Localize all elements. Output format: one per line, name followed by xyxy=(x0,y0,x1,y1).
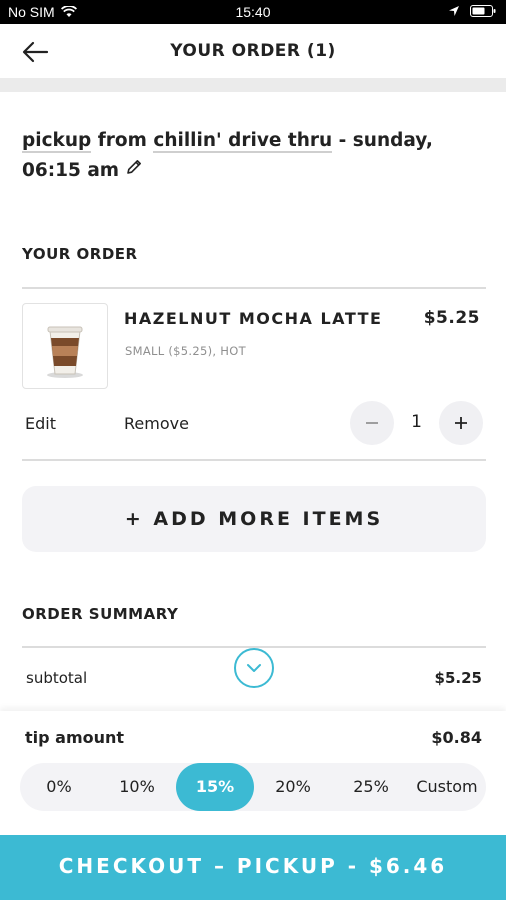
item-thumbnail xyxy=(22,303,108,389)
pencil-icon xyxy=(127,160,142,174)
quantity-stepper: 1 xyxy=(350,401,483,445)
tip-option-20[interactable]: 20% xyxy=(254,763,332,811)
your-order-heading: YOUR ORDER xyxy=(22,245,138,263)
chevron-down-icon xyxy=(247,664,261,672)
app-header: YOUR ORDER (1) xyxy=(0,24,506,78)
checkout-button[interactable]: CHECKOUT – PICKUP - $6.46 xyxy=(0,835,506,900)
pickup-info: pickup from chillin' drive thru - sunday… xyxy=(22,126,462,186)
tip-option-10[interactable]: 10% xyxy=(98,763,176,811)
order-summary-heading: ORDER SUMMARY xyxy=(22,605,179,623)
tip-option-0[interactable]: 0% xyxy=(20,763,98,811)
hidden-summary-row xyxy=(26,702,482,711)
subtotal-label: subtotal xyxy=(26,669,88,687)
tip-option-15-selected[interactable]: 15% xyxy=(176,763,254,811)
status-bar: No SIM 15:40 xyxy=(0,0,506,24)
remove-item-button[interactable]: Remove xyxy=(124,414,189,433)
tip-option-custom[interactable]: Custom xyxy=(408,763,486,811)
status-icons xyxy=(448,5,496,17)
decrease-quantity-button[interactable] xyxy=(350,401,394,445)
pickup-from-text: from xyxy=(97,130,147,151)
item-price: $5.25 xyxy=(423,308,480,328)
pickup-location-link[interactable]: chillin' drive thru xyxy=(153,130,333,153)
edit-item-button[interactable]: Edit xyxy=(25,414,56,433)
item-name: HAZELNUT MOCHA LATTE xyxy=(124,309,383,328)
header-divider xyxy=(0,78,506,92)
latte-cup-image xyxy=(47,326,83,378)
tip-options: 0% 10% 15% 20% 25% Custom xyxy=(20,763,486,811)
plus-icon xyxy=(455,417,467,429)
tip-option-25[interactable]: 25% xyxy=(332,763,410,811)
status-time: 15:40 xyxy=(235,4,271,20)
subtotal-value: $5.25 xyxy=(434,669,482,687)
item-options: SMALL ($5.25), HOT xyxy=(125,344,246,358)
tip-panel: tip amount $0.84 0% 10% 15% 20% 25% Cust… xyxy=(0,711,506,835)
expand-summary-button[interactable] xyxy=(234,648,274,688)
page-title: YOUR ORDER (1) xyxy=(170,41,336,61)
tip-amount-value: $0.84 xyxy=(431,728,482,747)
battery-icon xyxy=(470,5,496,17)
divider xyxy=(22,459,486,461)
increase-quantity-button[interactable] xyxy=(439,401,483,445)
minus-icon xyxy=(366,422,378,424)
edit-schedule-button[interactable] xyxy=(125,156,143,186)
tip-amount-label: tip amount xyxy=(25,728,125,747)
quantity-value: 1 xyxy=(411,412,422,432)
divider xyxy=(22,287,486,289)
location-arrow-icon xyxy=(449,6,459,16)
add-more-items-button[interactable]: + ADD MORE ITEMS xyxy=(22,486,486,552)
pickup-mode-link[interactable]: pickup xyxy=(22,130,92,153)
